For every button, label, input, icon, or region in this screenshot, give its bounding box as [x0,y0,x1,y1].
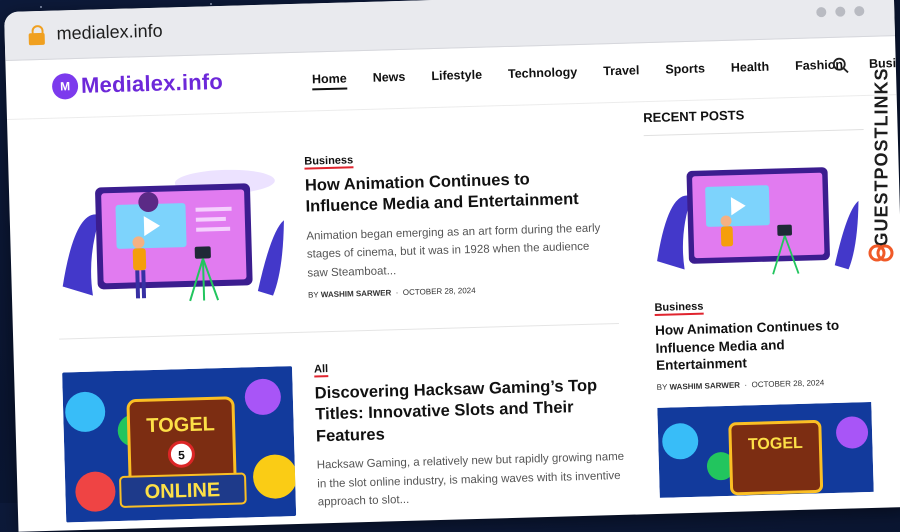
post-thumbnail-animation[interactable] [54,160,289,312]
nav-item-travel[interactable]: Travel [603,63,640,82]
post-title[interactable]: How Animation Continues to Influence Med… [305,167,606,218]
guestpostlinks-banner: GUESTPOSTLINKS [862,40,900,270]
window-dot-icon[interactable] [835,6,846,17]
divider [59,322,619,340]
sidebar-thumbnail-togel[interactable]: TOGEL [657,401,874,498]
meta-by: BY [307,290,319,300]
window-dot-icon[interactable] [816,7,827,18]
post-date: OCTOBER 28, 2024 [402,285,476,298]
nav-item-technology[interactable]: Technology [508,65,578,85]
thumb-text-togel: TOGEL [748,435,804,454]
sidebar: RECENT POSTS Business How Animation Cont… [643,96,874,498]
link-icon [868,244,894,262]
post-category[interactable]: All [313,363,329,378]
post-meta: BY WASHIM SARWER · OCTOBER 28, 2024 [307,285,476,300]
search-icon[interactable] [832,56,850,74]
lock-icon [28,24,45,46]
nav-item-lifestyle[interactable]: Lifestyle [431,68,482,87]
nav-item-home[interactable]: Home [311,71,348,91]
post-card[interactable]: TOGEL 5 ONLINE All Discovering Hacksaw G… [60,351,635,532]
main-content: Business How Animation Continues to Infl… [7,95,900,532]
nav-item-news[interactable]: News [373,70,406,89]
sidebar-thumbnail-animation[interactable] [644,146,868,284]
browser-window: medialex.info M Medialex.info Home News … [4,0,900,532]
post-card[interactable]: Business How Animation Continues to Infl… [54,143,618,319]
sidebar-post-title[interactable]: How Animation Continues to Influence Med… [655,316,870,375]
logo-text: Medialex.info [80,68,224,98]
thumb-text-online: ONLINE [144,479,220,503]
sidebar-post-meta: BY WASHIM SARWER · OCTOBER 28, 2024 [656,377,825,392]
logo-mark-icon: M [51,72,79,100]
post-title[interactable]: Discovering Hacksaw Gaming’s Top Titles:… [314,375,628,448]
post-excerpt: Animation began emerging as an art form … [306,222,601,280]
address-bar[interactable]: medialex.info [56,21,163,45]
post-category[interactable]: Business [304,154,354,170]
main-nav: Home News Lifestyle Technology Travel Sp… [311,55,900,91]
thumb-text-togel: TOGEL [146,413,215,437]
sidebar-post-date: OCTOBER 28, 2024 [751,377,825,389]
post-excerpt: Hacksaw Gaming, a relatively new but rap… [316,451,625,509]
sidebar-title: RECENT POSTS [642,107,745,126]
banner-text: GUESTPOSTLINKS [871,67,892,247]
post-author[interactable]: WASHIM SARWER [321,288,392,299]
window-controls [816,5,865,18]
site-logo[interactable]: M Medialex.info [51,68,224,100]
sidebar-post-author[interactable]: WASHIM SARWER [669,380,740,391]
svg-text:5: 5 [178,448,185,462]
nav-item-sports[interactable]: Sports [665,61,705,80]
meta-by: BY [656,382,668,392]
nav-item-health[interactable]: Health [731,60,770,79]
post-thumbnail-togel[interactable]: TOGEL 5 ONLINE [62,366,297,523]
divider [643,129,864,137]
sidebar-post-category[interactable]: Business [654,300,704,316]
window-dot-icon[interactable] [854,5,865,17]
